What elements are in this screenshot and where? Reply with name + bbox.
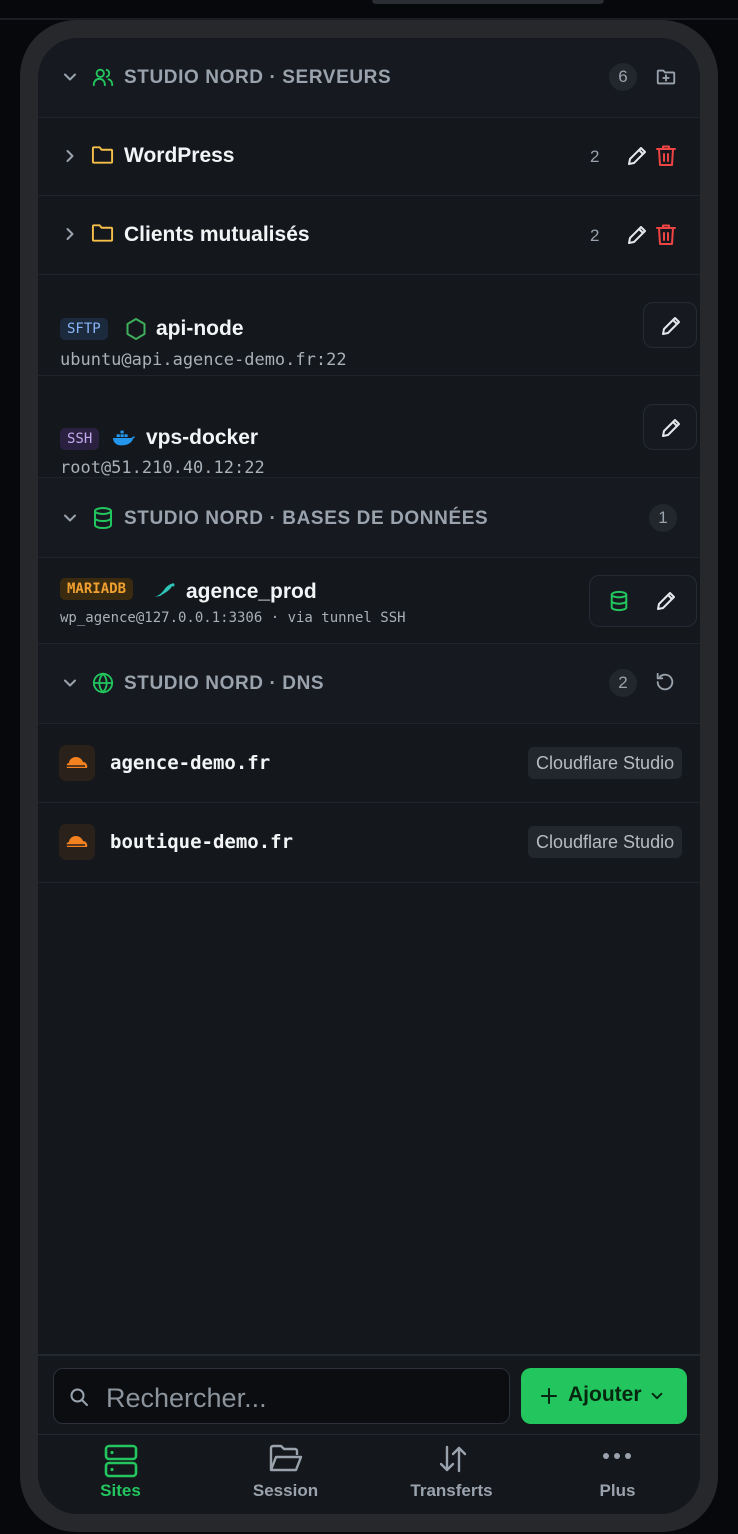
nav-label: Session (252, 1481, 319, 1500)
server-row-api-node[interactable]: SFTP api-node ubuntu@api.agence-demo.fr:… (38, 275, 700, 376)
server-address: root@51.210.40.12:22 (60, 458, 265, 478)
folder-icon (91, 224, 114, 242)
bottom-bar: Rechercher... Ajouter Sites Session Tran… (38, 1354, 700, 1514)
server-name: api-node (156, 317, 244, 340)
chevron-right-icon (66, 150, 74, 162)
edit-pencil-icon (662, 317, 680, 335)
folder-name: WordPress (124, 144, 235, 167)
folder-icon (91, 146, 114, 164)
trash-icon[interactable] (655, 144, 677, 168)
server-stack-icon (104, 1444, 138, 1478)
open-database-icon[interactable] (609, 590, 629, 612)
group-header-databases[interactable]: STUDIO NORD · BASES DE DONNÉES 1 (38, 478, 700, 558)
refresh-icon[interactable] (654, 671, 676, 693)
users-icon (92, 68, 114, 87)
provider-badge: Cloudflare Studio (528, 747, 683, 779)
provider-badge: Cloudflare Studio (528, 826, 683, 858)
group-title: STUDIO NORD · BASES DE DONNÉES (124, 508, 489, 529)
protocol-tag: SFTP (60, 318, 108, 340)
edit-server-button[interactable] (643, 404, 697, 450)
group-title: STUDIO NORD · DNS (124, 673, 325, 694)
mariadb-seal-icon (154, 583, 175, 597)
folder-open-icon (269, 1444, 303, 1472)
add-button[interactable]: Ajouter (521, 1368, 687, 1424)
folder-count: 2 (590, 226, 600, 245)
plus-icon (541, 1388, 557, 1404)
nav-label: Sites (100, 1481, 141, 1500)
edit-pencil-icon[interactable] (625, 223, 649, 247)
nav-transferts[interactable]: Transferts (369, 1435, 534, 1514)
folder-name: Clients mutualisés (124, 223, 310, 246)
server-address: ubuntu@api.agence-demo.fr:22 (60, 350, 347, 370)
nav-plus[interactable]: Plus (535, 1435, 700, 1514)
group-count-badge: 2 (609, 669, 637, 697)
search-icon (70, 1388, 88, 1406)
chevron-right-icon (66, 228, 74, 240)
server-name: vps-docker (146, 426, 259, 449)
app-screen: STUDIO NORD · SERVEURS 6 WordPress 2 Cli… (38, 38, 700, 1514)
group-header-servers[interactable]: STUDIO NORD · SERVEURS 6 (38, 38, 700, 118)
cloudflare-icon (59, 745, 95, 781)
domain-name: agence-demo.fr (110, 752, 271, 774)
database-actions (589, 575, 697, 627)
database-address: wp_agence@127.0.0.1:3306 · via tunnel SS… (60, 610, 406, 626)
chevron-down-icon (64, 679, 76, 687)
folder-row-wordpress[interactable]: WordPress 2 (38, 118, 700, 196)
folder-count: 2 (590, 147, 600, 166)
chevron-down-icon (651, 1392, 663, 1400)
database-row-agence-prod[interactable]: MARIADB agence_prod wp_agence@127.0.0.1:… (38, 558, 700, 644)
database-icon (94, 507, 112, 530)
docker-icon (112, 430, 136, 446)
nav-session[interactable]: Session (203, 1435, 368, 1514)
transfer-arrows-icon (439, 1445, 467, 1473)
nav-label: Plus (599, 1481, 636, 1500)
add-button-label: Ajouter (568, 1383, 642, 1406)
globe-icon (92, 672, 114, 694)
protocol-tag: SSH (60, 428, 100, 450)
trash-icon[interactable] (655, 223, 677, 247)
chevron-down-icon (64, 73, 76, 81)
more-icon (603, 1453, 631, 1459)
search-input[interactable]: Rechercher... (53, 1368, 510, 1424)
phone-frame: STUDIO NORD · SERVEURS 6 WordPress 2 Cli… (20, 20, 718, 1532)
bottom-nav: Sites Session Transferts Plus (38, 1434, 700, 1514)
nodejs-icon (126, 318, 146, 340)
edit-pencil-icon (662, 419, 680, 437)
edit-pencil-icon[interactable] (654, 589, 678, 613)
nav-label: Transferts (410, 1481, 493, 1500)
edit-server-button[interactable] (643, 302, 697, 348)
engine-tag: MARIADB (60, 578, 134, 600)
group-header-dns[interactable]: STUDIO NORD · DNS 2 (38, 644, 700, 724)
domain-name: boutique-demo.fr (110, 831, 294, 853)
edit-pencil-icon[interactable] (625, 144, 649, 168)
server-row-vps-docker[interactable]: SSH vps-docker root@51.210.40.12:22 (38, 376, 700, 478)
search-placeholder: Rechercher... (106, 1383, 267, 1413)
chevron-down-icon (64, 514, 76, 522)
group-count-badge: 6 (609, 63, 637, 91)
dns-row[interactable]: boutique-demo.fr Cloudflare Studio (38, 803, 700, 883)
folder-plus-icon[interactable] (655, 66, 677, 88)
group-count-badge: 1 (649, 504, 677, 532)
cloudflare-icon (59, 824, 95, 860)
folder-row-clients-mutualises[interactable]: Clients mutualisés 2 (38, 196, 700, 275)
group-title: STUDIO NORD · SERVEURS (124, 67, 392, 88)
dns-row[interactable]: agence-demo.fr Cloudflare Studio (38, 724, 700, 803)
nav-sites[interactable]: Sites (38, 1435, 203, 1514)
database-name: agence_prod (186, 580, 317, 603)
